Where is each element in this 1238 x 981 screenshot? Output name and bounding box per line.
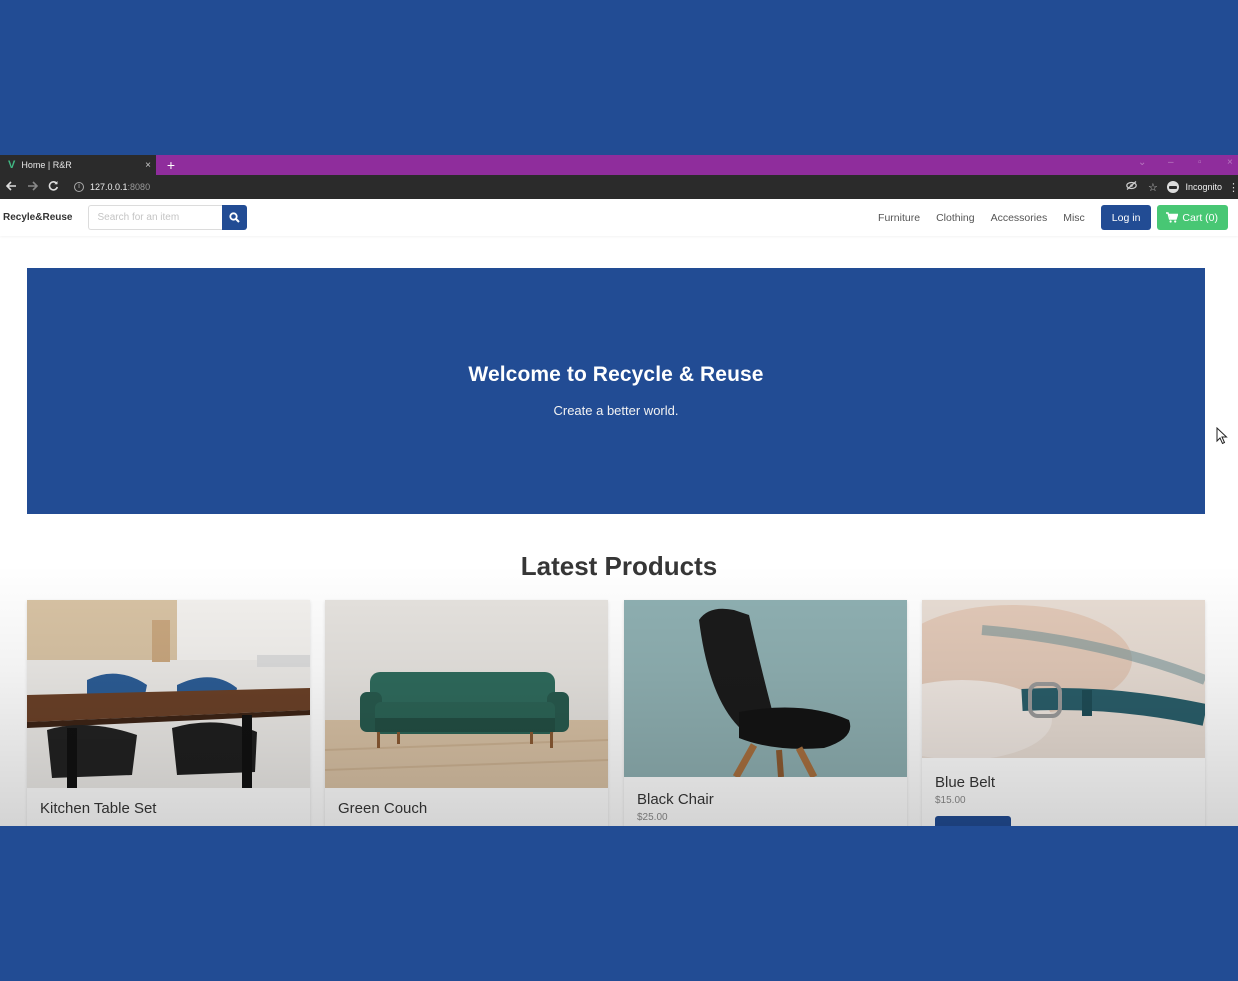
latest-products-heading: Latest Products — [520, 551, 718, 581]
hero-banner: Welcome to Recycle & Reuse Create a bett… — [27, 268, 1205, 514]
search-icon — [229, 212, 241, 223]
incognito-label: Incognito — [1185, 182, 1222, 192]
product-title[interactable]: Green Couch — [338, 800, 608, 817]
product-image-kitchen-table[interactable] — [27, 600, 310, 788]
tab-strip: V Home | R&R × + ⌄ – ▫ × — [0, 155, 1238, 175]
hero-title: Welcome to Recycle & Reuse — [468, 363, 764, 386]
nav-link-misc[interactable]: Misc — [1063, 212, 1085, 224]
incognito-icon — [1167, 181, 1180, 193]
nav-link-clothing[interactable]: Clothing — [936, 212, 975, 224]
product-price: $25.00 — [637, 812, 668, 823]
nav-link-furniture[interactable]: Furniture — [878, 212, 920, 224]
search-button[interactable] — [222, 205, 248, 230]
minimize-icon[interactable]: – — [1168, 157, 1174, 168]
site-navbar: Recyle&Reuse Furniture Clothing Accessor… — [0, 199, 1238, 236]
view-product-button[interactable] — [935, 816, 1011, 826]
search-input[interactable] — [88, 205, 223, 230]
tab-search-icon[interactable]: ⌄ — [1138, 157, 1146, 168]
browser-toolbar: i 127.0.0.1 :8080 ☆ Incognito ⋮ — [0, 175, 1238, 199]
incognito-profile[interactable]: Incognito — [1167, 181, 1222, 193]
product-card-green-couch[interactable]: Green Couch — [325, 600, 608, 826]
product-title[interactable]: Black Chair — [637, 791, 907, 808]
browser-tab[interactable]: V Home | R&R × — [0, 155, 156, 175]
cart-button[interactable]: Cart (0) — [1157, 205, 1228, 230]
category-nav: Furniture Clothing Accessories Misc Log … — [878, 199, 1228, 236]
forward-icon[interactable] — [22, 180, 43, 194]
nav-link-accessories[interactable]: Accessories — [991, 212, 1048, 224]
product-title[interactable]: Kitchen Table Set — [40, 800, 310, 817]
mouse-cursor-icon — [1216, 427, 1228, 445]
tracking-blocked-eye-icon[interactable] — [1121, 181, 1142, 193]
browser-window: V Home | R&R × + ⌄ – ▫ × i 127.0.0.1 :80… — [0, 155, 1238, 826]
product-card-kitchen-table-set[interactable]: Kitchen Table Set — [27, 600, 310, 826]
search-form — [88, 205, 248, 230]
address-bar[interactable]: i 127.0.0.1 :8080 — [74, 182, 150, 192]
url-port: :8080 — [127, 182, 151, 192]
product-card-black-chair[interactable]: Black Chair $25.00 — [624, 600, 907, 826]
site-brand[interactable]: Recyle&Reuse — [3, 212, 72, 223]
window-close-icon[interactable]: × — [1227, 157, 1233, 168]
hero-subtitle: Create a better world. — [553, 403, 679, 418]
restore-icon[interactable]: ▫ — [1198, 157, 1202, 168]
site-info-icon[interactable]: i — [74, 182, 84, 192]
tab-title: Home | R&R — [21, 160, 72, 170]
tab-close-icon[interactable]: × — [140, 160, 156, 171]
product-image-black-chair[interactable] — [624, 600, 907, 777]
new-tab-button[interactable]: + — [164, 156, 178, 174]
product-card-blue-belt[interactable]: Blue Belt $15.00 — [922, 600, 1205, 826]
product-image-green-couch[interactable] — [325, 600, 608, 788]
browser-menu-icon[interactable]: ⋮ — [1228, 181, 1238, 194]
cart-label: Cart (0) — [1182, 211, 1218, 224]
product-price: $15.00 — [935, 795, 966, 806]
vue-favicon-icon: V — [8, 159, 16, 171]
product-image-blue-belt[interactable] — [922, 600, 1205, 758]
login-button[interactable]: Log in — [1100, 205, 1152, 230]
shopping-cart-icon — [1166, 212, 1179, 223]
product-title[interactable]: Blue Belt — [935, 774, 1205, 791]
reload-icon[interactable] — [43, 180, 64, 194]
url-host: 127.0.0.1 — [90, 182, 128, 192]
bookmark-star-icon[interactable]: ☆ — [1142, 181, 1163, 194]
back-icon[interactable] — [1, 180, 22, 194]
